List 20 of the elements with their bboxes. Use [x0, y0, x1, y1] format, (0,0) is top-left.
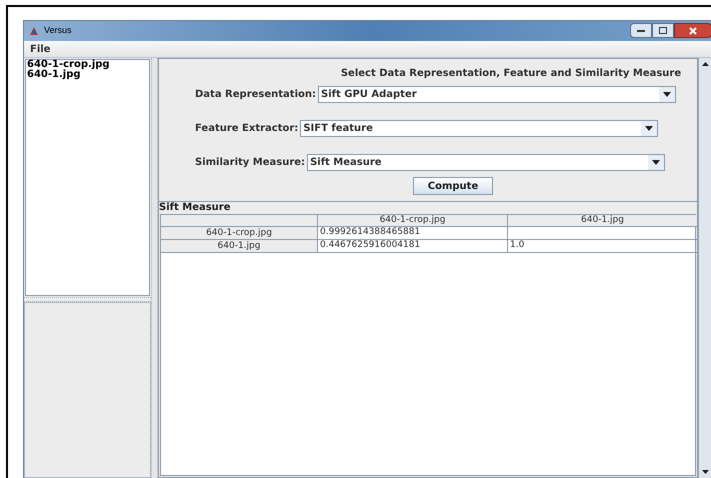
form-heading: Select Data Representation, Feature and Similarity Measure — [340, 67, 682, 81]
dropdown[interactable]: Sift GPU Adapter — [318, 86, 676, 103]
field-label: Similarity Measure: — [195, 156, 306, 170]
results-title: Sift Measure — [159, 202, 231, 214]
window-title: Versus — [44, 24, 72, 38]
field-label: Data Representation: — [195, 88, 316, 102]
image-file-entry[interactable]: 640-1-crop.jpg — [26, 60, 149, 70]
row-header: 640-1-crop.jpg — [161, 227, 317, 240]
row-header: 640-1.jpg — [161, 240, 317, 253]
compute-button[interactable]: Compute — [412, 177, 494, 195]
table-cell: 0.9992614388465881 — [317, 227, 507, 240]
field-label: Feature Extractor: — [195, 122, 298, 136]
menu-item[interactable]: File — [24, 42, 56, 56]
table-cell: 0.4467625916004181 — [317, 240, 507, 253]
dropdown[interactable]: Sift Measure — [307, 154, 666, 171]
image-file-entry[interactable]: 640-1.jpg — [26, 70, 149, 80]
table-cell: 1.0 — [507, 240, 697, 253]
dropdown[interactable]: SIFT feature — [300, 120, 658, 137]
column-header[interactable]: 640-1.jpg — [507, 215, 697, 227]
column-header[interactable]: 640-1-crop.jpg — [317, 215, 507, 227]
